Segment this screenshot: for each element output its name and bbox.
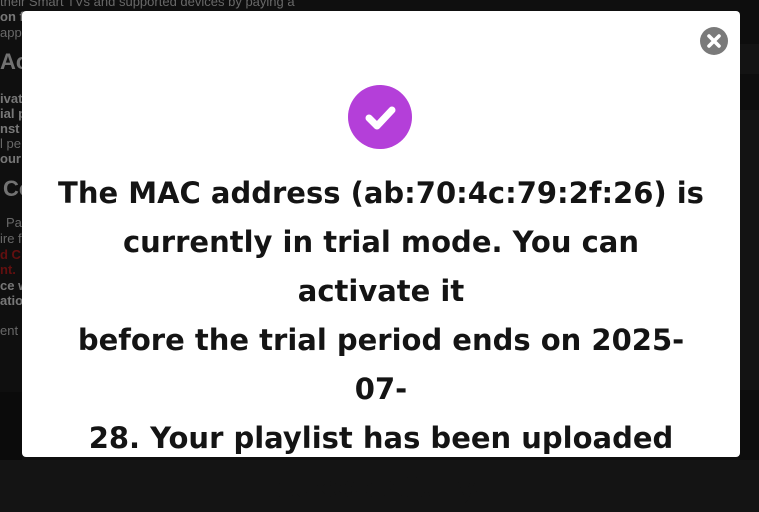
dialog-message: The MAC address (ab:70:4c:79:2f:26) is c…: [52, 169, 710, 512]
close-circle-icon: [707, 34, 721, 48]
message-line: 28. Your playlist has been uploaded: [88, 421, 674, 455]
close-button[interactable]: [700, 27, 728, 55]
message-line: The MAC address (ab:70:4c:79:2f:26) is: [58, 176, 704, 210]
message-line: before the trial period ends on 2025-07-: [77, 323, 685, 406]
success-status: [348, 85, 412, 149]
message-line: currently in trial mode. You can activat…: [122, 225, 640, 308]
check-circle-icon: [365, 106, 396, 130]
success-dialog: The MAC address (ab:70:4c:79:2f:26) is c…: [22, 11, 740, 504]
message-line: successfully.: [277, 470, 485, 504]
